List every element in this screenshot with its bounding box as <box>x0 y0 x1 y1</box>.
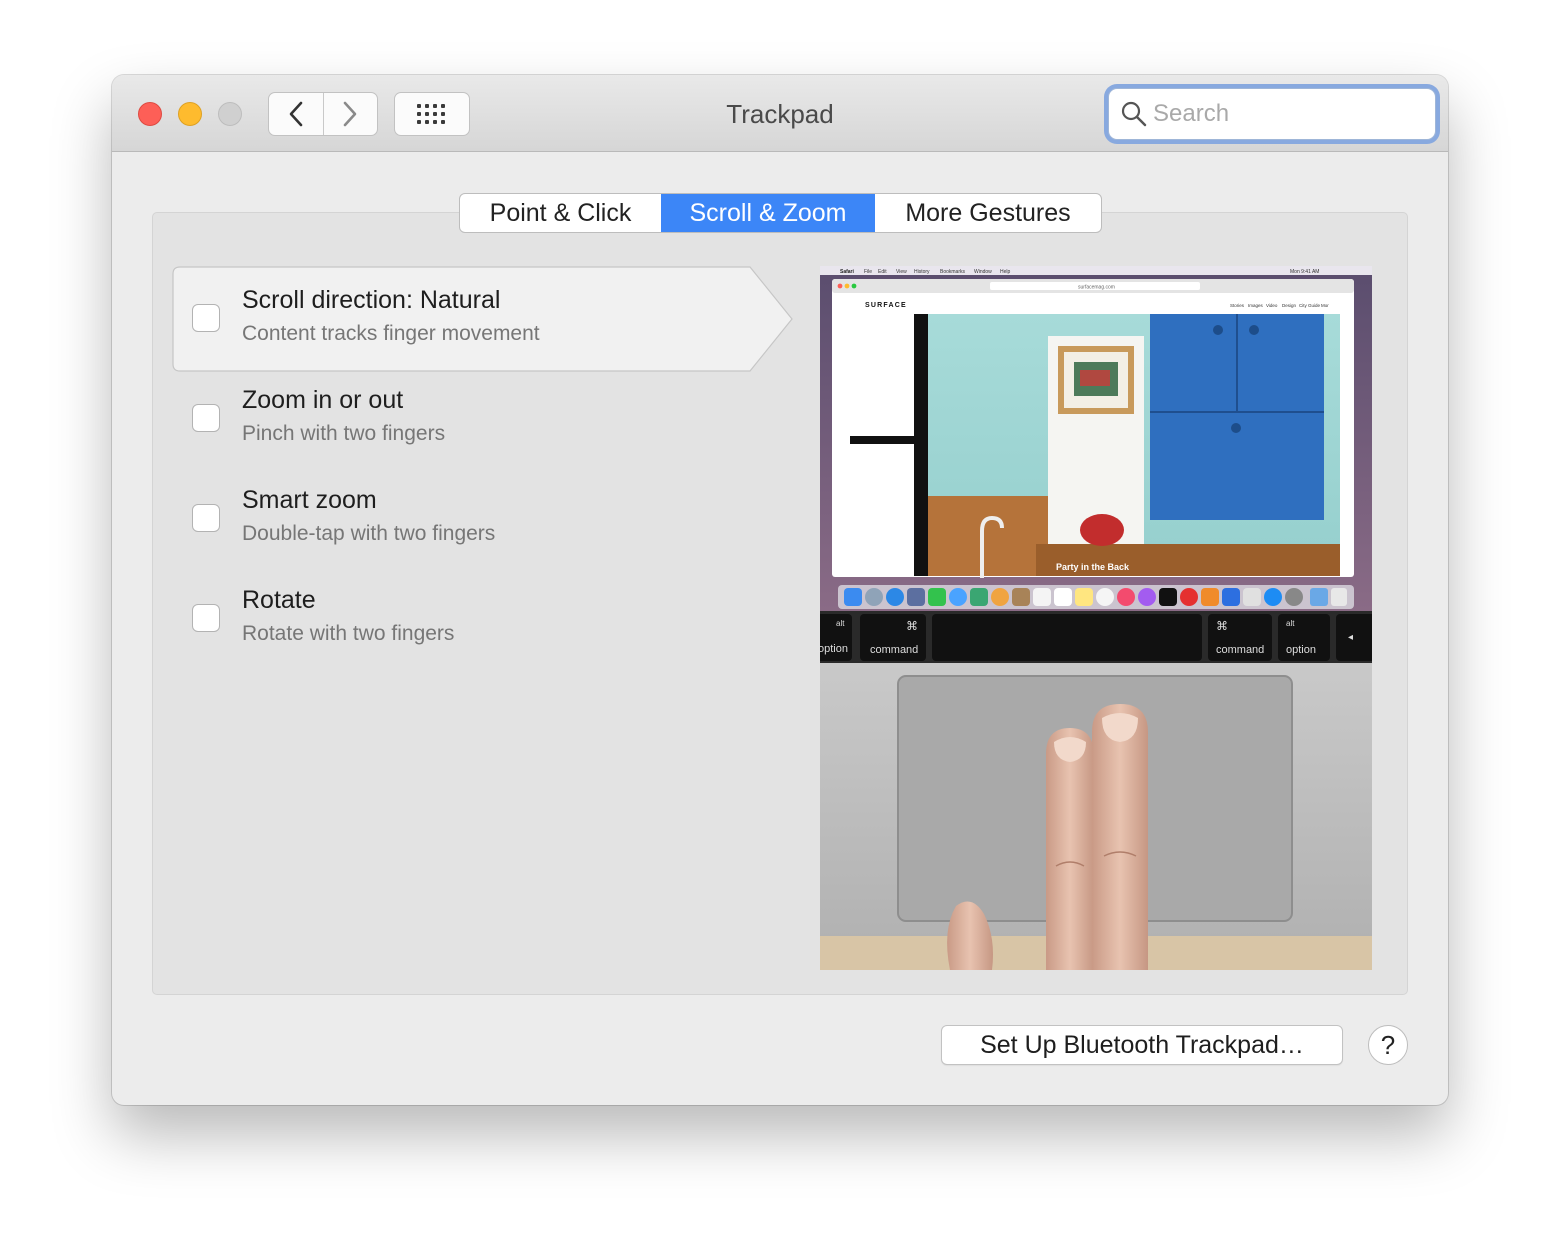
site-nav-item: Video <box>1266 303 1278 308</box>
key-label: command <box>870 644 918 656</box>
grid-icon <box>417 104 445 124</box>
forward-button[interactable] <box>322 93 378 135</box>
option-smart-zoom[interactable]: Smart zoom Double-tap with two fingers <box>172 472 792 576</box>
site-nav-item: Mor <box>1321 303 1329 308</box>
help-button[interactable]: ? <box>1368 1025 1408 1065</box>
site-nav-item: City Guide <box>1299 303 1321 308</box>
chevron-right-icon <box>343 101 357 127</box>
site-nav-item: Images <box>1248 303 1264 308</box>
option-subtitle: Rotate with two fingers <box>242 622 455 645</box>
photo-caption: Party in the Back <box>1056 562 1130 572</box>
rotate-checkbox[interactable] <box>192 604 220 632</box>
gesture-preview-illustration: Safari File Edit View History Bookmarks … <box>820 266 1372 970</box>
tab-more-gestures[interactable]: More Gestures <box>875 194 1101 232</box>
option-title: Smart zoom <box>242 486 377 514</box>
setup-bluetooth-trackpad-button[interactable]: Set Up Bluetooth Trackpad… <box>941 1025 1343 1065</box>
key-label: alt <box>1286 619 1295 628</box>
key-label: option <box>820 643 848 655</box>
back-button[interactable] <box>269 93 323 135</box>
option-title: Scroll direction: Natural <box>242 286 501 314</box>
menu-item: History <box>914 269 930 275</box>
show-all-button[interactable] <box>394 92 470 136</box>
minimize-button[interactable] <box>178 102 202 126</box>
smart-zoom-checkbox[interactable] <box>192 504 220 532</box>
option-zoom-in-or-out[interactable]: Zoom in or out Pinch with two fingers <box>172 372 792 476</box>
option-rotate[interactable]: Rotate Rotate with two fingers <box>172 572 792 676</box>
chevron-left-icon <box>289 101 303 127</box>
menu-item: Window <box>974 269 992 275</box>
menu-clock: Mon 9:41 AM <box>1290 269 1319 275</box>
close-button[interactable] <box>138 102 162 126</box>
option-title: Rotate <box>242 586 316 614</box>
option-subtitle: Content tracks finger movement <box>242 322 540 345</box>
zoom-checkbox[interactable] <box>192 404 220 432</box>
titlebar: Trackpad <box>112 75 1448 152</box>
zoom-button[interactable] <box>218 102 242 126</box>
menu-app: Safari <box>840 269 855 275</box>
key-label: ◂ <box>1348 632 1353 643</box>
search-input[interactable] <box>1153 100 1423 128</box>
menu-item: Bookmarks <box>940 269 966 275</box>
tab-point-and-click[interactable]: Point & Click <box>460 194 661 232</box>
gesture-preview: Safari File Edit View History Bookmarks … <box>820 266 1372 970</box>
tab-scroll-and-zoom[interactable]: Scroll & Zoom <box>661 194 875 232</box>
menu-item: View <box>896 269 907 275</box>
option-scroll-direction[interactable]: Scroll direction: Natural Content tracks… <box>172 266 793 372</box>
scroll-direction-checkbox[interactable] <box>192 304 220 332</box>
key-label: ⌘ <box>1216 619 1228 633</box>
search-field[interactable] <box>1108 88 1436 140</box>
option-subtitle: Pinch with two fingers <box>242 422 446 445</box>
option-subtitle: Double-tap with two fingers <box>242 522 496 545</box>
back-forward-group <box>268 92 378 136</box>
key-label: command <box>1216 644 1264 656</box>
key-label: option <box>1286 644 1316 656</box>
tab-bar: Point & Click Scroll & Zoom More Gesture… <box>459 193 1102 233</box>
site-nav-item: Design <box>1282 303 1297 308</box>
selection-highlight <box>172 266 793 372</box>
menu-item: File <box>864 269 872 275</box>
address-bar-url: surfacemag.com <box>1078 285 1115 291</box>
site-nav-item: Stories <box>1230 303 1245 308</box>
trackpad-preferences-window: Trackpad Point & Click Scroll & Zoom Mor… <box>112 75 1448 1105</box>
option-title: Zoom in or out <box>242 386 404 414</box>
menu-item: Edit <box>878 269 887 275</box>
search-icon <box>1121 101 1147 127</box>
menu-item: Help <box>1000 269 1011 275</box>
site-name: SURFACE <box>865 302 907 309</box>
key-label: alt <box>836 619 845 628</box>
key-label: ⌘ <box>906 619 918 633</box>
